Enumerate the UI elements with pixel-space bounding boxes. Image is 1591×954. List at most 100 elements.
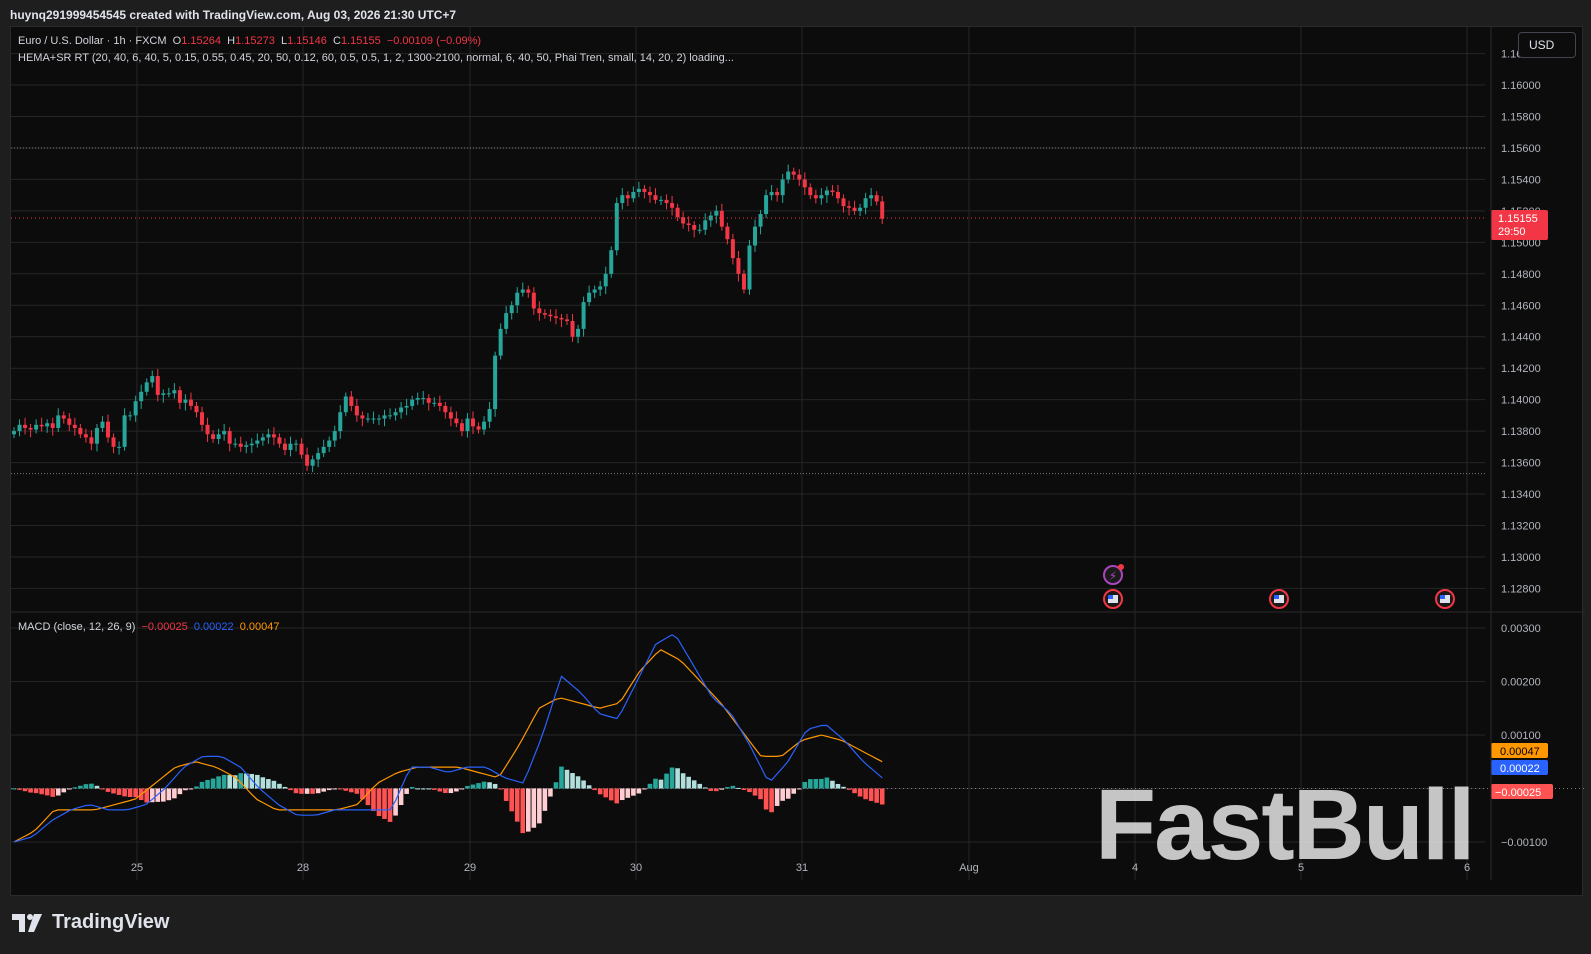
candle-body: [869, 195, 874, 199]
price-tick-label: 1.13200: [1501, 520, 1541, 532]
price-badge-countdown: 29:50: [1498, 226, 1526, 238]
macd-hist-bar: [78, 785, 83, 789]
candle-body: [50, 423, 55, 428]
candle-body: [299, 443, 304, 455]
candle-body: [587, 292, 592, 303]
macd-signal-value: 0.00047: [239, 621, 280, 633]
macd-hist-bar: [487, 782, 492, 789]
candle-body: [708, 215, 713, 221]
price-tick-label: 1.13000: [1501, 552, 1541, 564]
candle-body: [874, 195, 879, 202]
candle-body: [797, 174, 802, 180]
macd-hist-bar: [11, 788, 17, 790]
candle-body: [504, 313, 509, 329]
macd-hist-bar: [548, 788, 553, 797]
macd-hist-bar: [492, 783, 498, 789]
macd-hist-bar: [22, 788, 28, 792]
candle-body: [271, 434, 276, 438]
macd-hist-bar: [105, 788, 111, 792]
macd-hist-bar: [188, 788, 194, 790]
candle-body: [470, 418, 475, 427]
macd-hist-bar: [636, 788, 642, 794]
candle-body: [122, 415, 127, 447]
candle-body: [703, 220, 708, 230]
macd-hist-bar: [315, 788, 321, 794]
macd-hist-bar: [216, 776, 221, 789]
macd-hist-bar: [205, 779, 210, 789]
candle-body: [144, 382, 149, 392]
candle-body: [559, 317, 564, 320]
candle-body: [741, 273, 746, 290]
macd-hist-bar: [343, 788, 349, 791]
macd-hist-bar: [498, 788, 503, 790]
macd-hist-bar: [586, 785, 592, 789]
candle-body: [664, 199, 669, 204]
macd-hist-bar: [111, 788, 116, 794]
macd-signal-line: [13, 649, 883, 843]
candle-body: [659, 199, 664, 201]
macd-hist-bar: [808, 779, 813, 789]
candle-body: [282, 443, 287, 450]
macd-hist-bar: [647, 783, 653, 789]
macd-hist-bar: [277, 783, 282, 789]
macd-hist-bar: [537, 788, 542, 824]
flag-canton: [1274, 595, 1279, 599]
candle-body: [697, 229, 702, 231]
price-tick-label: 1.14600: [1501, 300, 1541, 312]
candle-body: [769, 192, 774, 196]
candle-body: [736, 258, 741, 274]
macd-hist-bar: [332, 788, 338, 790]
macd-hist-bar: [94, 785, 100, 789]
candle-body: [255, 440, 260, 444]
macd-label: MACD (close, 12, 26, 9): [18, 621, 136, 633]
candle-body: [415, 398, 420, 400]
candle-body: [476, 426, 481, 430]
indicator-legend[interactable]: HEMA+SR RT (20, 40, 6, 40, 5, 0.15, 0.55…: [18, 52, 734, 64]
candle-body: [56, 415, 61, 428]
candle-body: [625, 195, 630, 199]
candle-body: [277, 437, 282, 444]
candle-body: [106, 421, 111, 438]
macd-hist-bar: [796, 788, 802, 790]
macd-hist-bar: [349, 788, 354, 793]
candle-body: [188, 399, 193, 406]
candle-body: [813, 195, 818, 199]
macd-hist-bar: [387, 788, 393, 822]
flag-canton: [1108, 595, 1113, 599]
candle-body: [249, 443, 254, 446]
macd-hist-bar: [89, 783, 94, 789]
candle-body: [653, 195, 658, 200]
tradingview-brand[interactable]: TradingView: [12, 911, 169, 934]
candle-body: [835, 192, 840, 199]
candle-body: [780, 179, 785, 196]
candle-body: [581, 302, 586, 329]
macd-hist-bar: [813, 779, 819, 789]
macd-hist-bar: [266, 779, 271, 789]
symbol-name[interactable]: Euro / U.S. Dollar · 1h · FXCM: [18, 35, 167, 47]
macd-legend[interactable]: MACD (close, 12, 26, 9) −0.00025 0.00022…: [18, 621, 279, 633]
candle-body: [222, 431, 227, 435]
x-tick-label: 28: [297, 862, 309, 874]
macd-hist-bar: [166, 788, 172, 801]
macd-hist-bar: [581, 780, 586, 789]
macd-hist-bar: [631, 788, 636, 796]
candle-body: [404, 405, 409, 408]
chart-canvas[interactable]: 2528293031Aug4561.162001.160001.158001.1…: [0, 0, 1591, 900]
candle-body: [537, 308, 542, 314]
macd-hist-bar: [376, 788, 382, 817]
macd-hist-bar: [736, 787, 741, 789]
macd-hist-bar: [608, 788, 614, 801]
macd-hist-bar: [55, 788, 61, 796]
macd-line-badge-value: 0.00022: [1500, 763, 1540, 775]
macd-hist-bar: [603, 788, 609, 798]
currency-button[interactable]: USD: [1518, 32, 1576, 58]
macd-hist-bar: [67, 788, 72, 790]
macd-hist-bar: [415, 788, 420, 790]
macd-hist-bar: [785, 788, 791, 799]
low-value: 1.15146: [287, 35, 327, 47]
macd-hist-bar: [17, 788, 22, 790]
macd-hist-bar: [443, 788, 448, 794]
macd-line-value: 0.00022: [193, 621, 234, 633]
event-dot: [1118, 564, 1124, 570]
price-tick-label: 1.15800: [1501, 112, 1541, 124]
